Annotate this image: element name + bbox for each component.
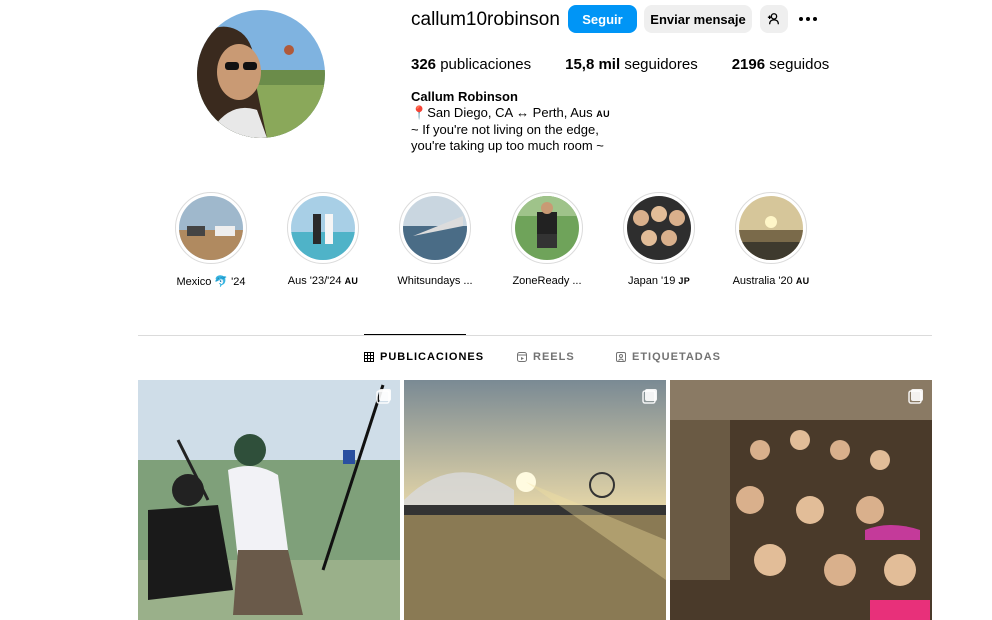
highlight-cover (515, 196, 579, 260)
tagged-icon (616, 352, 626, 362)
flag-au: AU (795, 276, 810, 286)
highlight-zoneready[interactable]: ZoneReady ... (502, 192, 592, 287)
post-sunset-festival[interactable] (404, 380, 666, 620)
following-label: seguidos (769, 56, 830, 73)
post-lacrosse[interactable] (138, 380, 400, 620)
suggested-users-button[interactable] (760, 5, 788, 33)
tab-reels-label: REELS (533, 351, 575, 363)
highlight-label: Japan '19 (627, 275, 676, 287)
posts-stat[interactable]: 326 publicaciones (411, 56, 531, 73)
profile-username: callum10robinson (411, 9, 560, 30)
bio-line-2: ~ If you're not living on the edge, (411, 122, 599, 137)
multiple-media-icon (642, 389, 657, 404)
tab-tagged-label: ETIQUETADAS (632, 351, 722, 363)
more-options-icon[interactable] (796, 10, 820, 28)
posts-label: publicaciones (440, 56, 532, 73)
bio-location: San Diego, CA ↔ Perth, Aus (427, 105, 593, 120)
profile-stats: 326 publicaciones 15,8 mil seguidores 21… (411, 56, 863, 73)
follow-button[interactable]: Seguir (568, 5, 637, 33)
tabs-divider (138, 335, 932, 336)
highlight-cover (291, 196, 355, 260)
following-stat[interactable]: 2196 seguidos (732, 56, 830, 73)
bio-line-3: you're taking up too much room ~ (411, 138, 604, 153)
tab-tagged[interactable]: ETIQUETADAS (616, 351, 721, 363)
highlight-label: Mexico 🐬 '24 (176, 276, 246, 288)
multiple-media-icon (376, 389, 391, 404)
highlight-label: ZoneReady ... (512, 275, 582, 287)
highlight-label: Australia '20 (732, 275, 793, 287)
highlight-cover (739, 196, 803, 260)
highlight-cover (403, 196, 467, 260)
post-image (138, 380, 400, 620)
send-message-button[interactable]: Enviar mensaje (644, 5, 752, 33)
highlight-label: Aus '23/'24 (287, 275, 342, 287)
following-count: 2196 (731, 56, 766, 73)
flag-au: AU (596, 109, 610, 119)
tab-reels[interactable]: REELS (517, 351, 575, 363)
posts-count: 326 (411, 56, 437, 73)
highlight-label: Whitsundays ... (397, 275, 473, 287)
highlight-whitsundays[interactable]: Whitsundays ... (390, 192, 480, 287)
reels-icon (517, 352, 527, 362)
add-person-icon (767, 13, 780, 25)
active-tab-indicator (364, 334, 466, 335)
followers-stat[interactable]: 15,8 mil seguidores (565, 56, 698, 73)
highlight-mexico[interactable]: Mexico 🐬 '24 (166, 192, 256, 288)
highlight-aus-23-24[interactable]: Aus '23/'24 AU (278, 192, 368, 287)
profile-avatar[interactable] (197, 10, 325, 138)
pin-icon: 📍 (411, 105, 428, 120)
tab-posts[interactable]: PUBLICACIONES (364, 351, 484, 363)
followers-count: 15,8 mil (565, 56, 621, 73)
highlight-cover (179, 196, 243, 260)
post-image (404, 380, 666, 620)
highlight-australia-20[interactable]: Australia '20 AU (726, 192, 816, 287)
tab-posts-label: PUBLICACIONES (380, 351, 485, 363)
bio-location-line: 📍San Diego, CA ↔ Perth, Aus AU (411, 105, 610, 122)
post-image (670, 380, 932, 620)
highlight-cover (627, 196, 691, 260)
highlight-japan-19[interactable]: Japan '19 JP (614, 192, 704, 287)
full-name: Callum Robinson (411, 89, 518, 104)
grid-icon (364, 352, 374, 362)
post-party-bus[interactable] (670, 380, 932, 620)
multiple-media-icon (908, 389, 923, 404)
flag-jp: JP (678, 276, 691, 286)
flag-au: AU (344, 276, 359, 286)
profile-bio: Callum Robinson 📍San Diego, CA ↔ Perth, … (411, 89, 610, 154)
followers-label: seguidores (624, 56, 698, 73)
